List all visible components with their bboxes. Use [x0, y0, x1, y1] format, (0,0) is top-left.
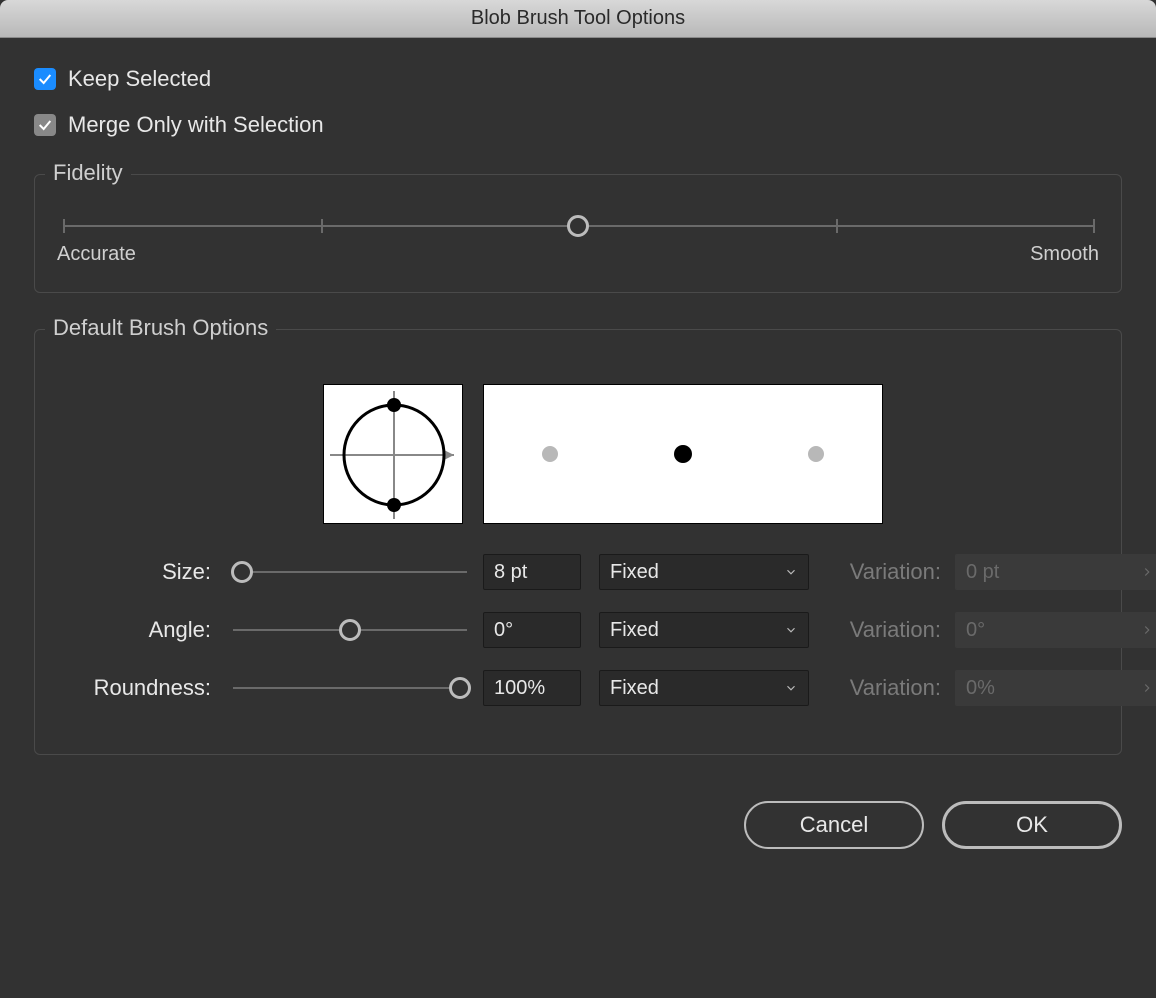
chevron-down-icon [784, 565, 798, 579]
chevron-down-icon [784, 681, 798, 695]
roundness-slider[interactable] [233, 687, 467, 689]
check-icon [37, 117, 53, 133]
chevron-right-icon [1140, 623, 1154, 637]
preview-dot-current [674, 445, 692, 463]
size-mode-dropdown[interactable]: Fixed [599, 554, 809, 590]
fidelity-slider[interactable] [63, 225, 1093, 227]
angle-mode-dropdown[interactable]: Fixed [599, 612, 809, 648]
chevron-right-icon [1140, 681, 1154, 695]
angle-row: Angle: Fixed Variation: 0° [57, 612, 1099, 648]
keep-selected-row: Keep Selected [34, 66, 1122, 92]
angle-slider-handle[interactable] [339, 619, 361, 641]
size-label: Size: [57, 559, 217, 585]
preview-dot-max [808, 446, 824, 462]
angle-slider[interactable] [233, 629, 467, 631]
size-slider[interactable] [233, 571, 467, 573]
roundness-slider-handle[interactable] [449, 677, 471, 699]
size-row: Size: Fixed Variation: 0 pt [57, 554, 1099, 590]
fidelity-right-label: Smooth [1030, 243, 1099, 266]
keep-selected-checkbox[interactable] [34, 68, 56, 90]
chevron-down-icon [784, 623, 798, 637]
angle-label: Angle: [57, 617, 217, 643]
dialog-content: Keep Selected Merge Only with Selection … [0, 38, 1156, 775]
ok-button[interactable]: OK [942, 801, 1122, 849]
fidelity-fieldset: Fidelity Accurate Smooth [34, 174, 1122, 293]
brush-preview-row [323, 384, 1099, 524]
brush-options-title: Default Brush Options [45, 315, 276, 341]
merge-only-label: Merge Only with Selection [68, 112, 324, 138]
roundness-input[interactable] [483, 670, 581, 706]
angle-variation-dropdown: 0° [955, 612, 1156, 648]
size-variation-dropdown: 0 pt [955, 554, 1156, 590]
angle-variation-label: Variation: [827, 617, 947, 643]
chevron-right-icon [1140, 565, 1154, 579]
dialog-footer: Cancel OK [0, 775, 1156, 875]
roundness-variation-dropdown: 0% [955, 670, 1156, 706]
size-variation-label: Variation: [827, 559, 947, 585]
roundness-row: Roundness: Fixed Variation: 0% [57, 670, 1099, 706]
dialog-title: Blob Brush Tool Options [471, 7, 685, 30]
angle-input[interactable] [483, 612, 581, 648]
titlebar: Blob Brush Tool Options [0, 0, 1156, 38]
check-icon [37, 71, 53, 87]
merge-only-checkbox[interactable] [34, 114, 56, 136]
fidelity-left-label: Accurate [57, 243, 136, 266]
roundness-label: Roundness: [57, 675, 217, 701]
roundness-mode-dropdown[interactable]: Fixed [599, 670, 809, 706]
fidelity-slider-handle[interactable] [567, 215, 589, 237]
cancel-button[interactable]: Cancel [744, 801, 924, 849]
brush-angle-preview[interactable] [323, 384, 463, 524]
roundness-variation-label: Variation: [827, 675, 947, 701]
preview-dot-min [542, 446, 558, 462]
fidelity-labels: Accurate Smooth [57, 243, 1099, 266]
brush-size-preview[interactable] [483, 384, 883, 524]
size-slider-handle[interactable] [231, 561, 253, 583]
keep-selected-label: Keep Selected [68, 66, 211, 92]
fidelity-title: Fidelity [45, 160, 131, 186]
size-input[interactable] [483, 554, 581, 590]
merge-only-row: Merge Only with Selection [34, 112, 1122, 138]
brush-options-fieldset: Default Brush Options Size: [34, 329, 1122, 755]
